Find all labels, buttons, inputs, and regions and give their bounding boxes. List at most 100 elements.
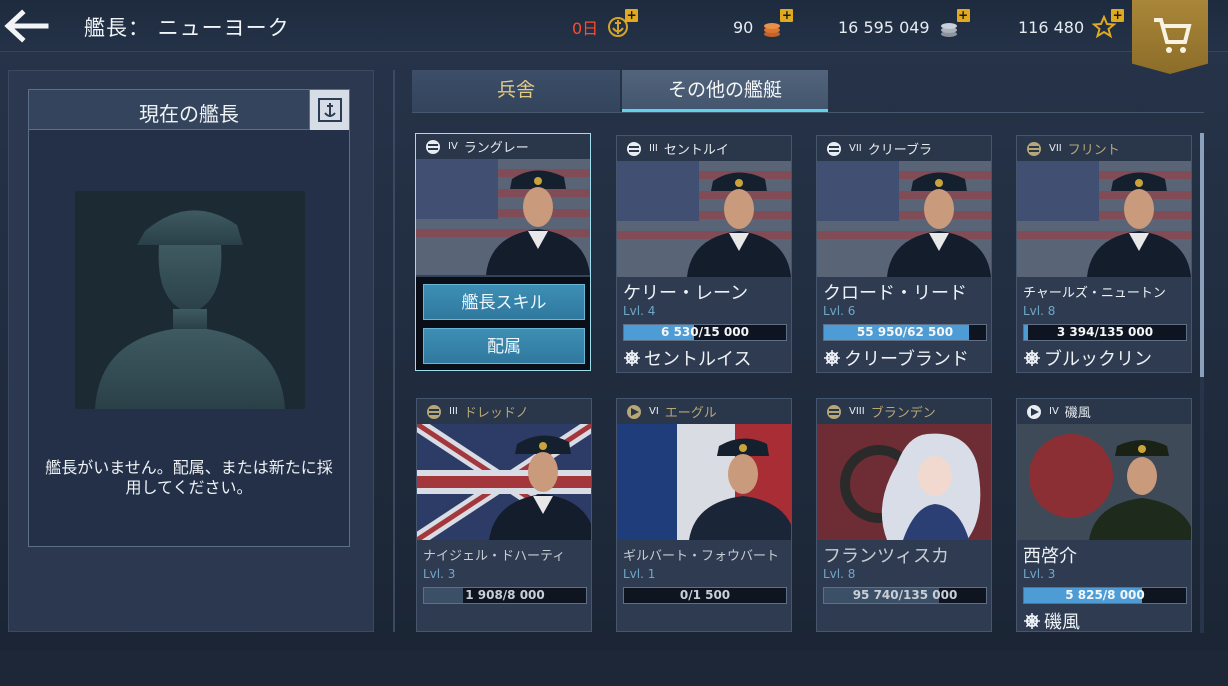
card-header: VI エーグル: [617, 399, 791, 424]
ship-header-name: ドレッドノ: [463, 406, 529, 421]
ship-wheel-icon: [824, 350, 840, 366]
captain-portrait: [1017, 161, 1191, 277]
captain-level: Lvl. 3: [423, 567, 456, 581]
tier-label: VI: [649, 406, 659, 417]
captain-card-langley[interactable]: IV ラングレー 艦長スキル 配属: [415, 133, 591, 371]
card-header: VIII ブランデン: [817, 399, 991, 424]
xp-progress-text: 95 740/135 000: [852, 588, 958, 602]
captain-name: クロード・リード: [823, 283, 967, 304]
xp-progress-text: 6 530/15 000: [661, 325, 749, 339]
assigned-ship: ブルックリン: [1023, 345, 1152, 371]
ship-header-name: セントルイ: [663, 143, 729, 158]
captain-silhouette: [75, 191, 305, 409]
assigned-ship-name: クリーブランド: [844, 349, 969, 370]
captain-card-charles-newton[interactable]: VII フリント チャールズ・ニュートン Lvl. 8 3 394/135 00…: [1016, 135, 1192, 373]
ship-wheel-icon: [624, 350, 640, 366]
card-list-scroll-thumb[interactable]: [1200, 133, 1204, 377]
game-screen: 艦長： ニューヨーク 0日 + 90 + 16 595 049 + 116 48…: [0, 0, 1228, 686]
free-xp-value: 116 480: [1018, 17, 1085, 37]
captain-skills-button[interactable]: 艦長スキル: [423, 284, 585, 320]
tab-barracks[interactable]: 兵舎: [412, 70, 620, 112]
card-header: IV 磯風: [1017, 399, 1191, 424]
xp-progress-bar: 6 530/15 000: [623, 324, 787, 341]
top-bar: 艦長： ニューヨーク 0日 + 90 + 16 595 049 + 116 48…: [0, 0, 1228, 74]
captain-card-kelly-lane[interactable]: III セントルイ ケリー・レーン Lvl. 4 6 530/15 000 セン…: [616, 135, 792, 373]
doubloon-coins-icon: +: [761, 9, 794, 39]
captain-name: フランツィスカ: [823, 546, 949, 567]
tier-label: VIII: [849, 406, 865, 417]
premium-days[interactable]: 0日 +: [572, 9, 639, 39]
assigned-ship-name: 磯風: [1044, 612, 1080, 632]
captain-name: ナイジェル・ドハーティ: [423, 549, 566, 564]
tier-label: IV: [1049, 406, 1059, 417]
ship-wheel-icon: [1024, 350, 1040, 366]
ship-header-name: 磯風: [1064, 406, 1091, 421]
card-header: III ドレッドノ: [417, 399, 591, 424]
france-flag-icon: [627, 404, 641, 419]
captain-portrait: [417, 418, 591, 546]
cart-icon: [1154, 18, 1192, 53]
premium-days-value: 0日: [572, 19, 599, 38]
tier-label: III: [449, 406, 458, 417]
captain-level: Lvl. 4: [623, 304, 656, 318]
card-header: VII クリーブラ: [817, 136, 991, 161]
xp-progress-text: 5 825/8 000: [1065, 588, 1145, 602]
xp-progress-bar: 1 908/8 000: [423, 587, 587, 604]
doubloons[interactable]: 90 +: [733, 9, 794, 39]
bottom-strip: [0, 650, 1228, 686]
doubloons-value: 90: [733, 17, 754, 37]
ship-header-name: ラングレー: [463, 141, 529, 156]
usa-flag-icon: [426, 139, 440, 154]
card-header: VII フリント: [1017, 136, 1191, 161]
xp-progress-bar: 0/1 500: [623, 587, 787, 604]
xp-progress-bar: 55 950/62 500: [823, 324, 987, 341]
japan-flag-icon: [1027, 404, 1041, 419]
ship-header-name: クリーブラ: [867, 143, 932, 158]
silver[interactable]: 16 595 049 +: [838, 9, 970, 39]
add-doubloons-icon[interactable]: +: [780, 9, 794, 22]
captain-card-franziska[interactable]: VIII ブランデン フランツィスカ Lvl. 8 95 740/135 000: [816, 398, 992, 632]
no-captain-message: 艦長がいません。配属、または新たに採用してください。: [45, 458, 333, 497]
assigned-ship: セントルイス: [623, 345, 751, 371]
captain-card-keisuke-nishi[interactable]: IV 磯風 西啓介 Lvl. 3 5 825/8 000 磯風: [1016, 398, 1192, 632]
current-captain-header: 現在の艦長: [29, 90, 349, 130]
card-header: III セントルイ: [617, 136, 791, 161]
assigned-ship-name: ブルックリン: [1044, 349, 1152, 370]
xp-progress-bar: 3 394/135 000: [1023, 324, 1187, 341]
captain-portrait: [817, 161, 991, 277]
xp-progress-bar: 5 825/8 000: [1023, 587, 1187, 604]
assigned-ship: クリーブランド: [823, 345, 969, 371]
tier-label: VII: [1049, 143, 1062, 154]
xp-progress-text: 55 950/62 500: [856, 325, 954, 339]
tab-other-ships[interactable]: その他の艦艇: [622, 70, 828, 112]
captain-name: ギルバート・フォウバート: [623, 549, 780, 564]
captain-portrait: [416, 159, 590, 275]
add-premium-icon[interactable]: +: [625, 9, 639, 22]
free-xp[interactable]: 116 480 +: [1018, 9, 1125, 39]
xp-progress-text: 0/1 500: [679, 588, 731, 602]
current-captain-box: 現在の艦長 艦長がいません。配属、または新たに採用してください。: [28, 89, 350, 547]
tier-label: III: [649, 143, 658, 154]
captain-level: Lvl. 8: [823, 567, 856, 581]
assign-anchor-button[interactable]: [309, 90, 349, 130]
captain-card-nigel-doherty[interactable]: III ドレッドノ ナイジェル・ドハーティ Lvl. 3 1 908/8 000: [416, 398, 592, 632]
ship-header-name: フリント: [1067, 143, 1120, 158]
shop-button[interactable]: [1132, 0, 1208, 74]
back-button[interactable]: [2, 8, 50, 44]
usa-flag-icon: [1027, 141, 1041, 156]
panel-divider: [393, 70, 395, 632]
assign-button[interactable]: 配属: [423, 328, 585, 364]
captain-level: Lvl. 3: [1023, 567, 1056, 581]
card-actions: 艦長スキル 配属: [416, 277, 590, 370]
tier-label: VII: [849, 143, 862, 154]
star-icon: +: [1091, 9, 1125, 39]
add-xp-icon[interactable]: +: [1111, 9, 1125, 22]
add-silver-icon[interactable]: +: [956, 9, 970, 22]
anchor-icon: [318, 98, 342, 122]
current-captain-heading: 現在の艦長: [139, 102, 239, 126]
assigned-ship: 磯風: [1023, 608, 1080, 632]
captain-card-claude-reed[interactable]: VII クリーブラ クロード・リード Lvl. 6 55 950/62 500 …: [816, 135, 992, 373]
captain-card-gilbert-faubert[interactable]: VI エーグル ギルバート・フォウバート Lvl. 1 0/1 500: [616, 398, 792, 632]
captain-level: Lvl. 6: [823, 304, 856, 318]
tier-label: IV: [448, 141, 458, 152]
